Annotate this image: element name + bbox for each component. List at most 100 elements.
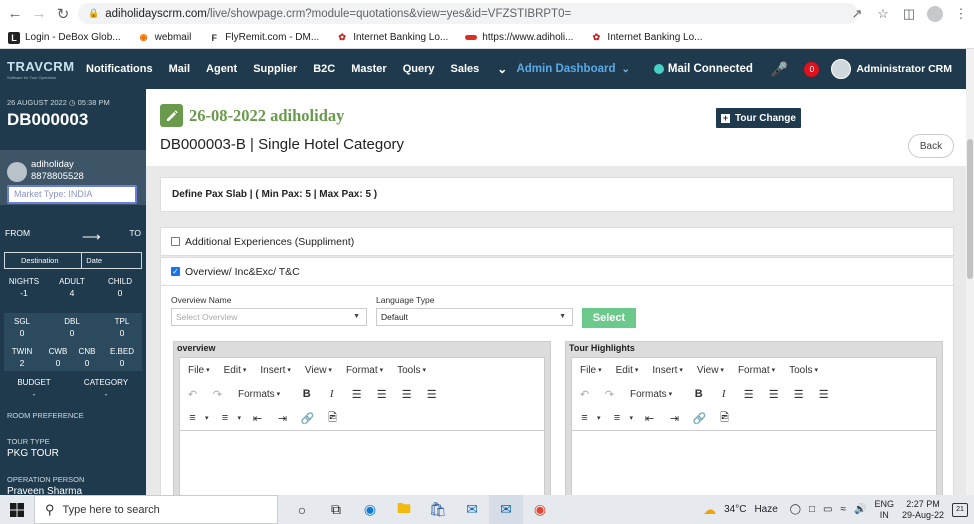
clock[interactable]: 2:27 PM 29-Aug-22 bbox=[902, 499, 944, 521]
align-left-icon[interactable]: ☰ bbox=[344, 388, 369, 401]
back-button[interactable]: Back bbox=[908, 134, 954, 158]
profile-avatar-icon[interactable] bbox=[927, 5, 943, 22]
undo-icon[interactable]: ↶ bbox=[180, 388, 205, 401]
notification-badge[interactable]: 0 bbox=[804, 61, 820, 77]
align-center-icon[interactable]: ☰ bbox=[369, 388, 394, 401]
bullet-list-icon[interactable]: ≡ bbox=[572, 412, 597, 424]
menu-tools[interactable]: Tools ▾ bbox=[789, 365, 818, 376]
edit-pencil-icon[interactable] bbox=[160, 104, 183, 127]
menu-b2c[interactable]: B2C bbox=[313, 63, 335, 75]
file-explorer-icon[interactable]: 🖿 bbox=[387, 495, 421, 524]
menu-format[interactable]: Format ▾ bbox=[346, 365, 383, 376]
menu-query[interactable]: Query bbox=[403, 63, 435, 75]
reload-icon[interactable]: ↻ bbox=[51, 2, 75, 26]
user-name[interactable]: Administrator CRM bbox=[856, 63, 952, 75]
weather-temp[interactable]: 34°C bbox=[724, 504, 746, 515]
language-type-select[interactable]: Default ▼ bbox=[376, 308, 573, 326]
menu-sales[interactable]: Sales bbox=[451, 63, 480, 75]
share-icon[interactable]: ↗ bbox=[844, 6, 870, 22]
market-type-field[interactable]: Market Type: INDIA bbox=[7, 185, 137, 204]
bookmark-item[interactable]: F FlyRemit.com - DM... bbox=[208, 32, 320, 44]
travcrm-logo[interactable]: TRAVCRM Software for Tour Operators bbox=[0, 49, 75, 89]
menu-agent[interactable]: Agent bbox=[206, 63, 237, 75]
menu-notifications[interactable]: Notifications bbox=[86, 63, 153, 75]
redo-icon[interactable]: ↷ bbox=[597, 388, 622, 401]
align-left-icon[interactable]: ☰ bbox=[736, 388, 761, 401]
chrome-icon[interactable]: ◉ bbox=[523, 495, 557, 524]
align-right-icon[interactable]: ☰ bbox=[394, 388, 419, 401]
outdent-icon[interactable]: ⇤ bbox=[245, 412, 270, 425]
bookmark-item[interactable]: L Login - DeBox Glob... bbox=[8, 31, 121, 44]
outdent-icon[interactable]: ⇤ bbox=[637, 412, 662, 425]
windows-start-icon[interactable] bbox=[0, 495, 34, 524]
align-justify-icon[interactable]: ☰ bbox=[811, 388, 836, 401]
menu-insert[interactable]: Insert ▾ bbox=[652, 365, 683, 376]
mail-connected-status[interactable]: Mail Connected bbox=[653, 63, 753, 75]
edge-icon[interactable]: ◉ bbox=[353, 495, 387, 524]
menu-file[interactable]: File ▾ bbox=[580, 365, 602, 376]
image-icon[interactable]: 🖻 bbox=[320, 409, 345, 428]
bookmark-item[interactable]: https://www.adiholi... bbox=[465, 32, 573, 43]
overview-inc-exc-row[interactable]: ✓ Overview/ Inc&Exc/ T&C bbox=[160, 257, 954, 286]
battery-icon[interactable]: ▭ bbox=[823, 504, 832, 515]
bookmark-item[interactable]: ✿ Internet Banking Lo... bbox=[336, 32, 448, 44]
additional-experiences-row[interactable]: Additional Experiences (Suppliment) bbox=[160, 227, 954, 256]
menu-master[interactable]: Master bbox=[351, 63, 386, 75]
weather-desc[interactable]: Haze bbox=[754, 504, 777, 515]
align-right-icon[interactable]: ☰ bbox=[786, 388, 811, 401]
bullet-list-icon[interactable]: ≡ bbox=[180, 412, 205, 424]
select-button[interactable]: Select bbox=[582, 308, 636, 328]
menu-view[interactable]: View ▾ bbox=[305, 365, 332, 376]
overview-name-select[interactable]: Select Overview ▼ bbox=[171, 308, 367, 326]
menu-supplier[interactable]: Supplier bbox=[253, 63, 297, 75]
bold-icon[interactable]: B bbox=[686, 388, 711, 400]
image-icon[interactable]: 🖻 bbox=[712, 409, 737, 428]
align-center-icon[interactable]: ☰ bbox=[761, 388, 786, 401]
italic-icon[interactable]: I bbox=[319, 388, 344, 400]
menu-mail[interactable]: Mail bbox=[169, 63, 190, 75]
meet-now-icon[interactable]: ◯ bbox=[790, 504, 801, 515]
overview-checkbox-checked[interactable]: ✓ bbox=[171, 267, 180, 276]
outlook-icon[interactable]: ✉ bbox=[489, 495, 523, 524]
scrollbar-thumb[interactable] bbox=[967, 139, 973, 279]
bold-icon[interactable]: B bbox=[294, 388, 319, 400]
admin-dashboard-dropdown[interactable]: Admin Dashboard ⌄ bbox=[516, 63, 629, 75]
indent-icon[interactable]: ⇥ bbox=[270, 412, 295, 425]
menu-view[interactable]: View ▾ bbox=[697, 365, 724, 376]
notification-center-icon[interactable]: 21 bbox=[952, 502, 968, 517]
sidepanel-icon[interactable]: ◫ bbox=[896, 6, 922, 22]
numbered-list-icon[interactable]: ≡ bbox=[213, 412, 238, 424]
bookmark-item[interactable]: ✿ Internet Banking Lo... bbox=[590, 32, 703, 44]
page-scrollbar[interactable] bbox=[966, 49, 974, 495]
back-arrow-icon[interactable]: ← bbox=[3, 2, 27, 26]
additional-experiences-checkbox[interactable] bbox=[171, 237, 180, 246]
italic-icon[interactable]: I bbox=[711, 388, 736, 400]
tour-change-button[interactable]: + Tour Change bbox=[716, 108, 801, 128]
link-icon[interactable]: 🔗 bbox=[687, 412, 712, 425]
microphone-icon[interactable]: 🎤 bbox=[771, 61, 788, 78]
formats-dropdown[interactable]: Formats ▾ bbox=[238, 389, 280, 400]
menu-format[interactable]: Format ▾ bbox=[738, 365, 775, 376]
language-indicator[interactable]: ENG IN bbox=[874, 499, 894, 521]
link-icon[interactable]: 🔗 bbox=[295, 412, 320, 425]
align-justify-icon[interactable]: ☰ bbox=[419, 388, 444, 401]
store-icon[interactable]: 🛍 bbox=[421, 495, 455, 524]
formats-dropdown[interactable]: Formats ▾ bbox=[630, 389, 672, 400]
star-icon[interactable]: ☆ bbox=[870, 6, 896, 22]
menu-insert[interactable]: Insert ▾ bbox=[260, 365, 291, 376]
wifi-icon[interactable]: ≈ bbox=[841, 504, 847, 515]
menu-tools[interactable]: Tools ▾ bbox=[397, 365, 426, 376]
task-view-icon[interactable]: ⧉ bbox=[319, 495, 353, 524]
mail-icon[interactable]: ✉ bbox=[455, 495, 489, 524]
menu-file[interactable]: File ▾ bbox=[188, 365, 210, 376]
bookmark-item[interactable]: ◉ webmail bbox=[138, 32, 192, 44]
network-icon[interactable]: □ bbox=[809, 504, 815, 515]
cortana-icon[interactable]: ○ bbox=[285, 495, 319, 524]
weather-icon[interactable]: ☁ bbox=[703, 502, 716, 518]
user-avatar[interactable] bbox=[831, 59, 852, 79]
menu-edit[interactable]: Edit ▾ bbox=[224, 365, 247, 376]
address-bar[interactable]: 🔒 adiholidayscrm.com/live/showpage.crm?m… bbox=[78, 3, 858, 24]
volume-icon[interactable]: 🔊 bbox=[854, 504, 866, 515]
indent-icon[interactable]: ⇥ bbox=[662, 412, 687, 425]
menu-edit[interactable]: Edit ▾ bbox=[616, 365, 639, 376]
